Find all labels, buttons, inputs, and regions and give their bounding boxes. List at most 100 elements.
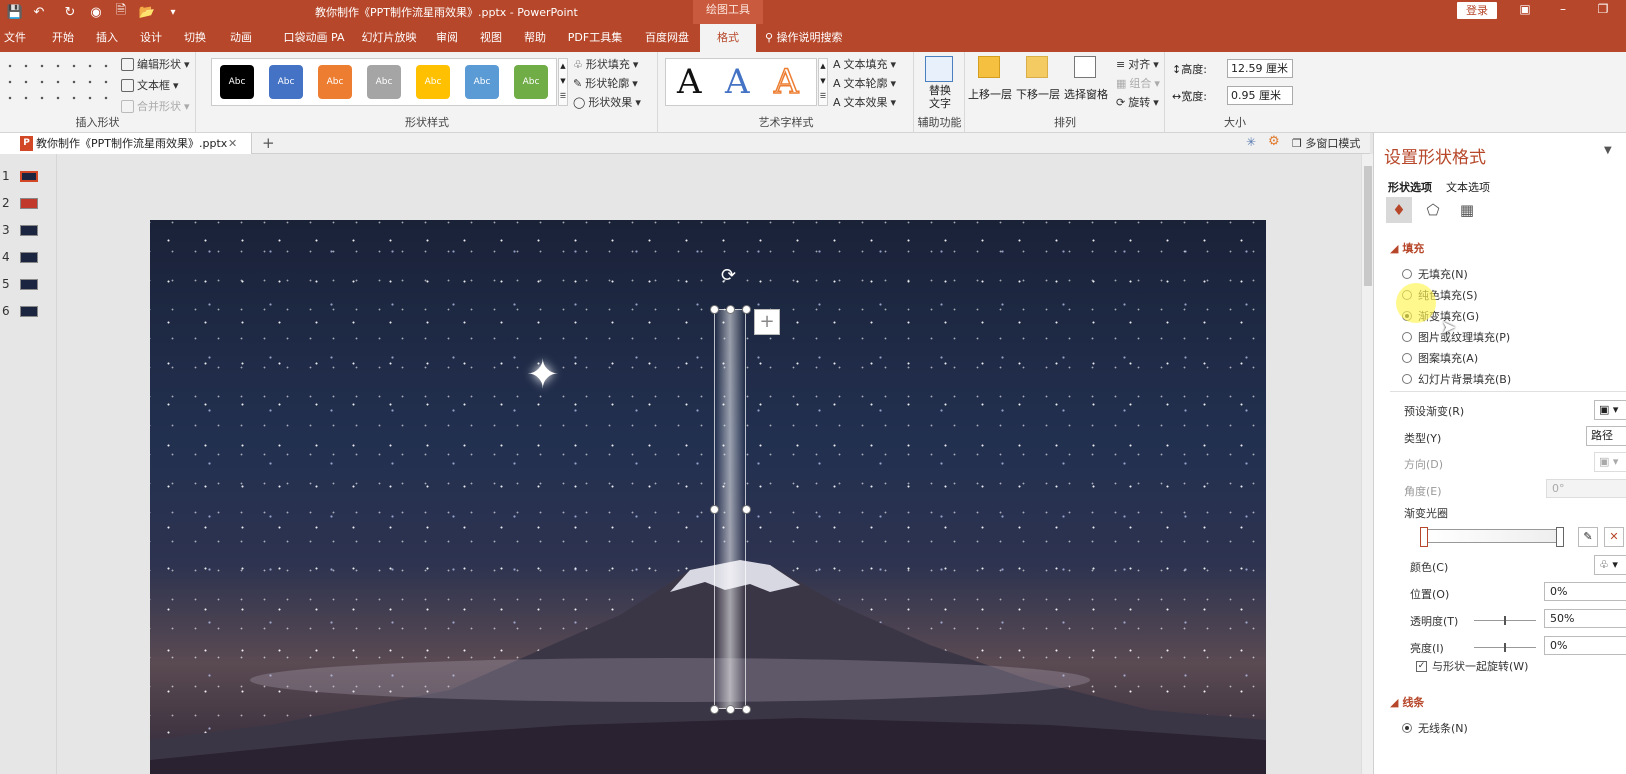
brightness-input[interactable]: 0% — [1544, 636, 1626, 655]
tab-animations[interactable]: 动画 — [223, 24, 259, 52]
alt-text-button[interactable]: 替换 文字 — [915, 84, 965, 110]
resize-handle[interactable] — [726, 705, 735, 714]
rotate-handle-icon[interactable]: ⟳ — [721, 267, 736, 285]
shape-style-swatch[interactable]: Abc — [416, 65, 450, 99]
pattern-fill-radio[interactable]: 图案填充(A) — [1402, 350, 1478, 366]
tab-view[interactable]: 视图 — [473, 24, 509, 52]
transparency-input[interactable]: 50% — [1544, 609, 1626, 628]
tab-transitions[interactable]: 切换 — [177, 24, 213, 52]
slider-thumb[interactable] — [1504, 616, 1506, 625]
text-effects-button[interactable]: A 文本效果 ▾ — [833, 94, 896, 110]
rotate-button[interactable]: ⟳ 旋转 ▾ — [1116, 94, 1159, 110]
login-button[interactable]: 登录 — [1457, 2, 1497, 19]
vertical-scrollbar[interactable] — [1361, 154, 1373, 774]
preset-gradient-picker[interactable]: ▣ ▾ — [1594, 400, 1626, 420]
wordart-style-outline[interactable]: A — [773, 61, 799, 103]
tab-insert[interactable]: 插入 — [89, 24, 125, 52]
new-tab-icon[interactable]: + — [262, 133, 275, 153]
shape-effects-button[interactable]: ◯ 形状效果 ▾ — [573, 94, 641, 110]
scrollbar-thumb[interactable] — [1364, 166, 1372, 286]
shapes-gallery[interactable] — [2, 58, 114, 110]
picture-fill-radio[interactable]: 图片或纹理填充(P) — [1402, 329, 1510, 345]
tab-file[interactable]: 文件 — [0, 24, 30, 52]
gradient-stop-selected[interactable] — [1420, 527, 1428, 547]
start-slideshow-icon[interactable]: ◉ — [87, 3, 105, 21]
shape-outline-button[interactable]: ✎ 形状轮廓 ▾ — [573, 75, 638, 91]
multi-window-button[interactable]: ❐ 多窗口模式 — [1292, 133, 1360, 154]
selection-pane-button[interactable]: 选择窗格 — [1062, 86, 1110, 102]
tab-text-options[interactable]: 文本选项 — [1446, 179, 1490, 195]
tab-baidu-netdisk[interactable]: 百度网盘 — [636, 24, 698, 52]
fill-line-icon[interactable]: ♦ — [1386, 197, 1412, 223]
type-select[interactable]: 路径 — [1586, 426, 1626, 446]
tab-help[interactable]: 帮助 — [517, 24, 553, 52]
shape-style-swatch[interactable]: Abc — [220, 65, 254, 99]
wordart-gallery-scroll[interactable]: ▲ ▼ ☰ — [818, 58, 828, 106]
slide-background-fill-radio[interactable]: 幻灯片背景填充(B) — [1402, 371, 1511, 387]
customize-qat-icon[interactable]: ▾ — [164, 3, 182, 21]
open-folder-icon[interactable]: 📂 — [138, 3, 156, 21]
resize-handle[interactable] — [710, 705, 719, 714]
shape-style-swatch[interactable]: Abc — [318, 65, 352, 99]
group-button[interactable]: ▦ 组合 ▾ — [1116, 75, 1160, 91]
slide-thumbnail[interactable]: 5 — [0, 275, 57, 295]
effects-pentagon-icon[interactable]: ⬠ — [1420, 197, 1446, 223]
tab-pdf-tools[interactable]: PDF工具集 — [562, 24, 628, 52]
tell-me-search[interactable]: ⚲ 操作说明搜索 — [765, 24, 843, 52]
remove-stop-icon[interactable]: ✕ — [1604, 527, 1624, 547]
align-button[interactable]: ≡ 对齐 ▾ — [1116, 56, 1159, 72]
new-file-icon[interactable]: 🗎 — [112, 3, 130, 21]
line-section-header[interactable]: ◢ 线条 — [1390, 694, 1424, 710]
angle-input[interactable]: 0° — [1546, 479, 1626, 498]
shape-style-swatch[interactable]: Abc — [367, 65, 401, 99]
pin-icon[interactable]: ✳ — [1246, 135, 1256, 149]
send-backward-button[interactable]: 下移一层 — [1014, 86, 1062, 102]
slide-thumbnail[interactable]: 4 — [0, 248, 57, 268]
resize-handle[interactable] — [742, 505, 751, 514]
layout-options-button[interactable]: + — [754, 309, 780, 335]
tab-pocket-animation[interactable]: 口袋动画 PA — [273, 24, 355, 52]
text-box-button[interactable]: 文本框 ▾ — [121, 77, 179, 93]
size-properties-icon[interactable]: ▦ — [1454, 197, 1480, 223]
resize-handle[interactable] — [726, 305, 735, 314]
resize-handle[interactable] — [742, 305, 751, 314]
close-tab-icon[interactable]: ✕ — [228, 133, 237, 154]
shape-style-swatch[interactable]: Abc — [514, 65, 548, 99]
tab-shape-options[interactable]: 形状选项 — [1388, 179, 1432, 195]
slide-thumbnail[interactable]: 3 — [0, 221, 57, 241]
settings-gear-icon[interactable]: ⚙ — [1268, 134, 1280, 149]
tab-design[interactable]: 设计 — [133, 24, 169, 52]
shape-fill-button[interactable]: ♧ 形状填充 ▾ — [573, 56, 638, 72]
fill-section-header[interactable]: ◢ 填充 — [1390, 240, 1424, 256]
resize-handle[interactable] — [742, 705, 751, 714]
edit-shape-button[interactable]: 编辑形状 ▾ — [121, 56, 190, 72]
shape-style-swatch[interactable]: Abc — [465, 65, 499, 99]
direction-picker[interactable]: ▣ ▾ — [1594, 452, 1626, 472]
position-input[interactable]: 0% — [1544, 582, 1626, 601]
slide-editing-canvas[interactable]: ✦ ⟳ + — [58, 154, 1361, 774]
resize-handle[interactable] — [710, 505, 719, 514]
slider-thumb[interactable] — [1504, 643, 1506, 652]
pane-options-icon[interactable]: ▼ — [1604, 145, 1612, 156]
height-input[interactable]: 12.59 厘米 — [1227, 59, 1293, 78]
merge-shapes-button[interactable]: 合并形状 ▾ — [121, 98, 190, 114]
text-fill-button[interactable]: A 文本填充 ▾ — [833, 56, 896, 72]
no-line-radio[interactable]: 无线条(N) — [1402, 720, 1468, 736]
shape-style-swatch[interactable]: Abc — [269, 65, 303, 99]
tab-home[interactable]: 开始 — [45, 24, 81, 52]
slide[interactable]: ✦ ⟳ + — [150, 220, 1266, 774]
slide-thumbnail[interactable]: 6 — [0, 302, 57, 322]
gradient-stop[interactable] — [1556, 527, 1564, 547]
restore-icon[interactable]: ❐ — [1588, 2, 1618, 20]
no-fill-radio[interactable]: 无填充(N) — [1402, 266, 1468, 282]
resize-handle[interactable] — [710, 305, 719, 314]
width-input[interactable]: 0.95 厘米 — [1227, 86, 1293, 105]
text-outline-button[interactable]: A 文本轮廓 ▾ — [833, 75, 896, 91]
tab-slideshow[interactable]: 幻灯片放映 — [358, 24, 420, 52]
redo-icon[interactable]: ↻ — [61, 3, 79, 21]
undo-icon[interactable]: ↶ — [30, 3, 48, 21]
gallery-scroll[interactable]: ▲ ▼ ☰ — [558, 58, 568, 106]
alt-text-icon[interactable] — [925, 56, 953, 82]
bring-forward-button[interactable]: 上移一层 — [966, 86, 1014, 102]
save-icon[interactable]: 💾 — [6, 3, 24, 21]
